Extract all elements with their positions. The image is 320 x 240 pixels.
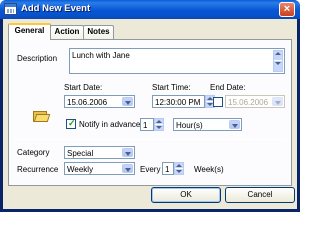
- dialog-client: General Action Notes Description Lunch w…: [3, 19, 297, 209]
- start-date-label: Start Date:: [64, 83, 103, 92]
- every-unit-label: Week(s): [194, 165, 224, 174]
- notify-unit-select[interactable]: Hour(s): [173, 118, 242, 131]
- start-time-label: Start Time:: [152, 83, 191, 92]
- category-select[interactable]: Special: [64, 146, 135, 159]
- description-label: Description: [17, 54, 58, 63]
- description-field[interactable]: Lunch with Jane: [69, 48, 285, 74]
- chevron-down-icon[interactable]: [272, 97, 283, 106]
- description-value: Lunch with Jane: [72, 51, 130, 60]
- close-icon: ×: [283, 3, 291, 15]
- window-title: Add New Event: [21, 3, 91, 14]
- spin-down-icon[interactable]: [155, 125, 163, 131]
- every-amount-field[interactable]: 1: [162, 162, 174, 175]
- general-tab-panel: Description Lunch with Jane Start Date: …: [8, 39, 292, 186]
- dialog-window: Add New Event × General Action Notes Des…: [0, 0, 300, 212]
- cancel-button[interactable]: Cancel: [225, 187, 295, 203]
- notify-amount-value: 1: [143, 121, 148, 130]
- notify-amount-field[interactable]: 1: [140, 118, 154, 131]
- end-date-picker[interactable]: 15.06.2006: [225, 95, 285, 108]
- start-time-field[interactable]: 12:30:00 PM: [152, 95, 205, 108]
- start-time-value: 12:30:00 PM: [155, 98, 201, 107]
- notify-checkbox[interactable]: [66, 118, 76, 129]
- tab-notes[interactable]: Notes: [83, 25, 114, 39]
- start-date-value: 15.06.2006: [67, 98, 108, 107]
- start-date-picker[interactable]: 15.06.2006: [64, 95, 135, 108]
- end-date-label: End Date:: [210, 83, 246, 92]
- every-amount-value: 1: [165, 165, 170, 174]
- folder-open-icon: [33, 109, 51, 123]
- every-label: Every: [140, 165, 161, 174]
- ok-button[interactable]: OK: [151, 187, 221, 203]
- recurrence-select[interactable]: Weekly: [64, 162, 135, 175]
- tab-general[interactable]: General: [8, 23, 51, 40]
- end-date-value: 15.06.2006: [228, 98, 269, 107]
- spin-down-icon[interactable]: [175, 169, 183, 175]
- recurrence-value: Weekly: [67, 165, 94, 174]
- calendar-icon: [4, 3, 17, 15]
- chevron-down-icon[interactable]: [122, 97, 133, 106]
- divider: [14, 139, 286, 140]
- notify-label: Notify in advance: [79, 120, 141, 129]
- notify-amount-spinner[interactable]: [154, 118, 164, 131]
- chevron-down-icon[interactable]: [122, 148, 133, 157]
- tab-action[interactable]: Action: [50, 25, 84, 39]
- category-label: Category: [17, 148, 50, 157]
- every-amount-spinner[interactable]: [174, 162, 184, 175]
- recurrence-label: Recurrence: [17, 165, 59, 174]
- chevron-down-icon[interactable]: [122, 164, 133, 173]
- close-button[interactable]: ×: [279, 2, 295, 17]
- description-scrollbar[interactable]: [273, 50, 283, 72]
- notify-unit-value: Hour(s): [176, 121, 203, 130]
- end-date-checkbox[interactable]: [213, 97, 223, 107]
- category-value: Special: [67, 149, 94, 158]
- chevron-down-icon[interactable]: [229, 120, 240, 129]
- title-bar[interactable]: Add New Event ×: [0, 0, 300, 19]
- scroll-up-icon[interactable]: [274, 51, 282, 61]
- scroll-down-icon[interactable]: [274, 61, 282, 71]
